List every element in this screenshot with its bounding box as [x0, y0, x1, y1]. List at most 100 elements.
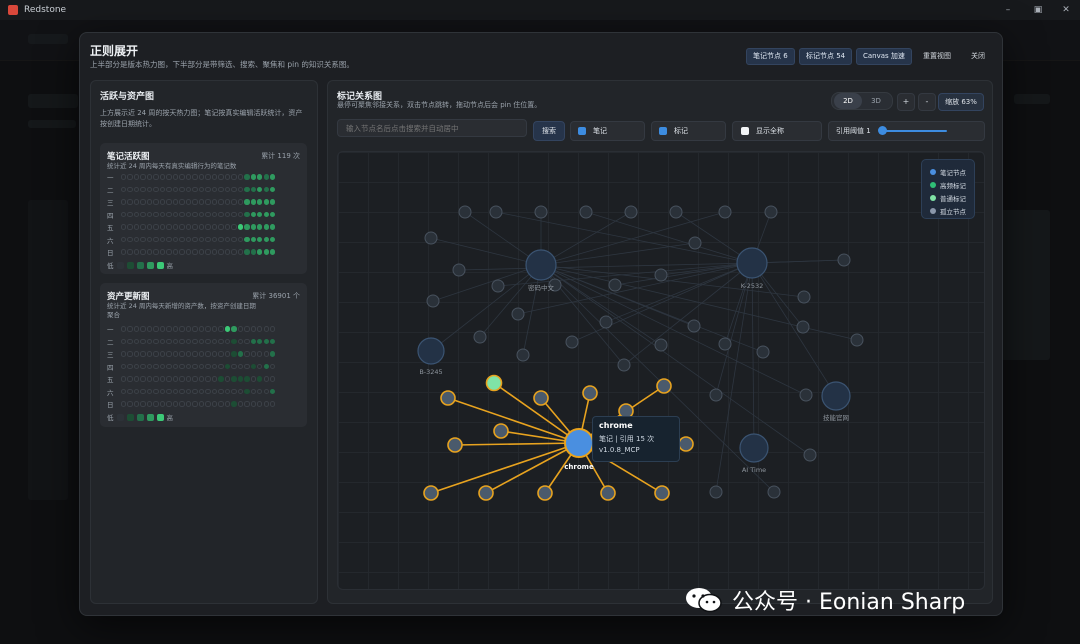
heatmap-cell[interactable]: [179, 211, 185, 218]
heatmap-cell[interactable]: [185, 376, 192, 382]
heatmap-cell[interactable]: [270, 186, 276, 193]
graph-node-highlighted[interactable]: [440, 390, 456, 406]
heatmap-cell[interactable]: [159, 388, 166, 395]
heatmap-cell[interactable]: [146, 388, 153, 395]
heatmap-cell[interactable]: [140, 236, 146, 243]
heatmap-cell[interactable]: [153, 363, 159, 370]
heatmap-cell[interactable]: [211, 363, 218, 370]
heatmap-cell[interactable]: [231, 236, 237, 243]
heatmap-cell[interactable]: [257, 174, 263, 180]
graph-node[interactable]: [473, 330, 487, 344]
mode-3d-button[interactable]: 3D: [862, 93, 890, 109]
heatmap-cell[interactable]: [192, 351, 198, 357]
heatmap-cell[interactable]: [198, 174, 205, 180]
heatmap-cell[interactable]: [224, 401, 231, 407]
heatmap-cell[interactable]: [270, 376, 276, 382]
heatmap-cell[interactable]: [270, 401, 276, 407]
mode-2d-button[interactable]: 2D: [834, 93, 862, 109]
heatmap-cell[interactable]: [121, 388, 127, 395]
heatmap-cell[interactable]: [237, 351, 244, 357]
heatmap-cell[interactable]: [179, 351, 185, 357]
tag-nodes-badge[interactable]: 标记节点 54: [799, 48, 853, 65]
heatmap-cell[interactable]: [179, 224, 185, 230]
heatmap-cell[interactable]: [166, 174, 172, 180]
heatmap-cell[interactable]: [185, 338, 192, 345]
heatmap-cell[interactable]: [133, 351, 140, 357]
heatmap-cell[interactable]: [153, 326, 159, 332]
heatmap-cell[interactable]: [192, 326, 198, 332]
heatmap-cell[interactable]: [172, 236, 179, 243]
heatmap-cell[interactable]: [250, 224, 256, 230]
heatmap-cell[interactable]: [244, 224, 250, 230]
heatmap-cell[interactable]: [198, 199, 205, 205]
slider-track[interactable]: [882, 130, 947, 132]
heatmap-cell[interactable]: [166, 186, 172, 193]
reference-threshold-slider[interactable]: 引用阈值 1: [828, 121, 985, 141]
heatmap-cell[interactable]: [231, 338, 237, 345]
heatmap-cell[interactable]: [270, 199, 276, 205]
heatmap-cell[interactable]: [140, 174, 146, 180]
heatmap-cell[interactable]: [244, 388, 250, 395]
heatmap-cell[interactable]: [257, 211, 263, 218]
graph-node[interactable]: [608, 278, 622, 292]
graph-node-highlighted[interactable]: [537, 485, 553, 501]
heatmap-cell[interactable]: [185, 224, 192, 230]
heatmap-cell[interactable]: [133, 401, 140, 407]
graph-node[interactable]: [850, 333, 864, 347]
heatmap-cell[interactable]: [166, 351, 172, 357]
graph-node[interactable]: [452, 263, 466, 277]
heatmap-cell[interactable]: [133, 388, 140, 395]
heatmap-cell[interactable]: [237, 199, 244, 205]
heatmap-cell[interactable]: [205, 186, 211, 193]
heatmap-cell[interactable]: [146, 338, 153, 345]
heatmap-cell[interactable]: [127, 199, 133, 205]
heatmap-cell[interactable]: [263, 388, 269, 395]
heatmap-cell[interactable]: [153, 174, 159, 180]
heatmap-cell[interactable]: [224, 326, 231, 332]
heatmap-cell[interactable]: [231, 224, 237, 230]
heatmap-cell[interactable]: [263, 363, 269, 370]
heatmap-cell[interactable]: [153, 338, 159, 345]
heatmap-cell[interactable]: [257, 224, 263, 230]
graph-node[interactable]: [796, 320, 810, 334]
heatmap-cell[interactable]: [192, 363, 198, 370]
heatmap-cell[interactable]: [263, 351, 269, 357]
heatmap-cell[interactable]: [244, 351, 250, 357]
heatmap-cell[interactable]: [146, 401, 153, 407]
heatmap-cell[interactable]: [140, 401, 146, 407]
heatmap-cell[interactable]: [263, 236, 269, 243]
heatmap-cell[interactable]: [172, 174, 179, 180]
heatmap-cell[interactable]: [127, 376, 133, 382]
filter-tags-toggle[interactable]: 标记: [651, 121, 726, 141]
heatmap-cell[interactable]: [153, 199, 159, 205]
heatmap-cell[interactable]: [166, 363, 172, 370]
heatmap-cell[interactable]: [159, 199, 166, 205]
heatmap-cell[interactable]: [153, 351, 159, 357]
heatmap-cell[interactable]: [146, 363, 153, 370]
heatmap-cell[interactable]: [140, 199, 146, 205]
zoom-out-button[interactable]: -: [918, 93, 936, 111]
heatmap-cell[interactable]: [250, 388, 256, 395]
heatmap-cell[interactable]: [140, 186, 146, 193]
heatmap-cell[interactable]: [179, 174, 185, 180]
heatmap-cell[interactable]: [127, 338, 133, 345]
heatmap-cell[interactable]: [146, 376, 153, 382]
heatmap-cell[interactable]: [198, 186, 205, 193]
heatmap-cell[interactable]: [198, 351, 205, 357]
heatmap-cell[interactable]: [205, 236, 211, 243]
heatmap-cell[interactable]: [205, 388, 211, 395]
heatmap-cell[interactable]: [133, 326, 140, 332]
heatmap-cell[interactable]: [127, 174, 133, 180]
heatmap-cell[interactable]: [205, 249, 211, 255]
heatmap-cell[interactable]: [205, 401, 211, 407]
heatmap-cell[interactable]: [257, 376, 263, 382]
heatmap-cell[interactable]: [192, 388, 198, 395]
heatmap-cell[interactable]: [185, 199, 192, 205]
heatmap-cell[interactable]: [192, 224, 198, 230]
heatmap-cell[interactable]: [192, 249, 198, 255]
heatmap-cell[interactable]: [133, 376, 140, 382]
search-button[interactable]: 搜索: [533, 121, 565, 141]
heatmap-cell[interactable]: [205, 199, 211, 205]
heatmap-cell[interactable]: [172, 351, 179, 357]
heatmap-cell[interactable]: [192, 401, 198, 407]
